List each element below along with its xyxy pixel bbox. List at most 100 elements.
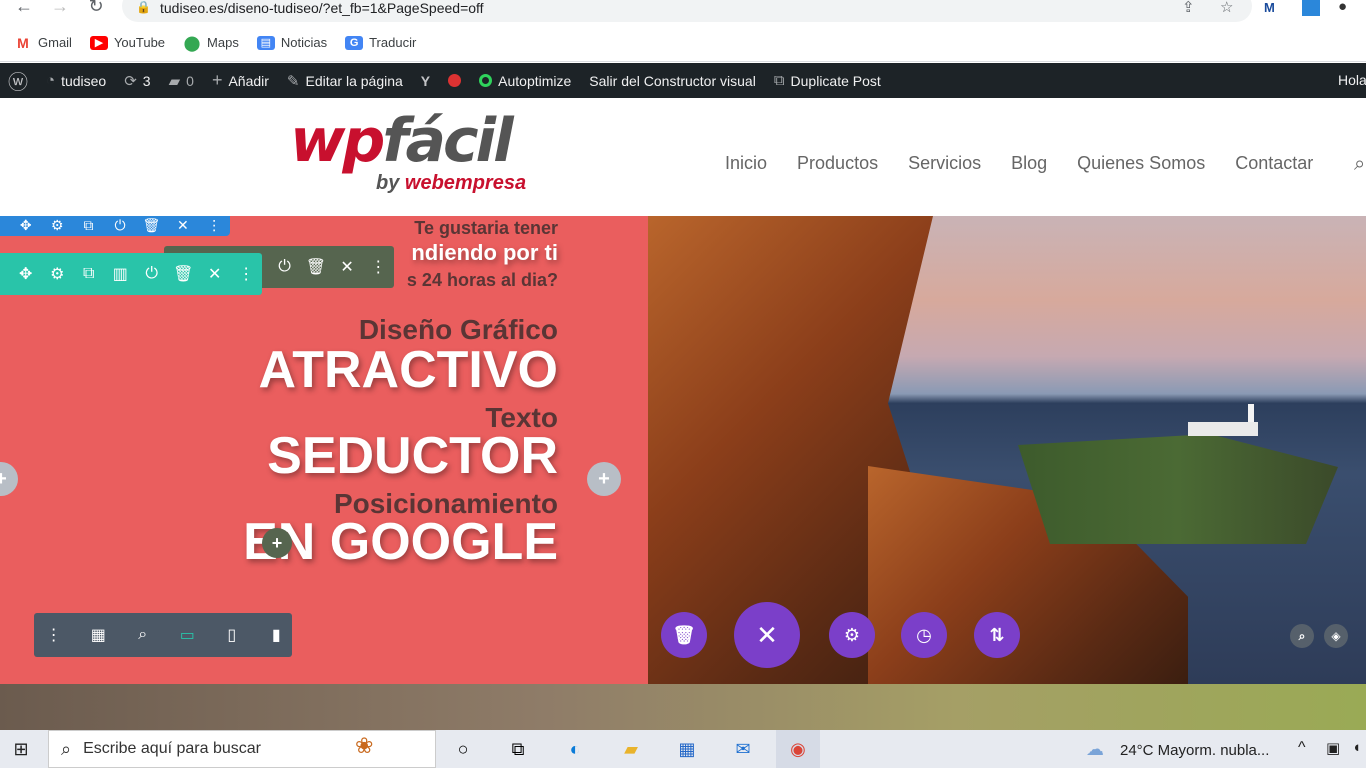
menu-item-blog[interactable]: Blog bbox=[1011, 153, 1047, 174]
sort-button[interactable]: ⇅ bbox=[974, 612, 1020, 658]
logo-byline: by webempresa bbox=[376, 172, 526, 195]
bookmark-translate[interactable]: G Traducir bbox=[345, 35, 416, 50]
address-bar[interactable]: 🔒 tudiseo.es/diseno-tudiseo/?et_fb=1&Pag… bbox=[122, 0, 1252, 22]
autumn-leaves-icon: ❀ bbox=[355, 733, 374, 758]
bookmark-label: Traducir bbox=[369, 35, 417, 50]
move-icon[interactable]: ✥ bbox=[10, 217, 41, 234]
row-save-icon[interactable]: ⏻ bbox=[136, 265, 168, 283]
reload-icon[interactable]: ↻ bbox=[82, 0, 110, 17]
module-delete-icon[interactable]: 🗑 bbox=[300, 257, 331, 277]
module-more-icon[interactable]: ⋮ bbox=[363, 257, 394, 277]
chrome-icon[interactable]: ◉ bbox=[776, 730, 820, 768]
add-module-button[interactable]: + bbox=[262, 528, 292, 558]
history-button[interactable]: ◷ bbox=[901, 612, 947, 658]
file-explorer-icon[interactable]: ▰ bbox=[616, 736, 646, 762]
tablet-view-icon[interactable]: ▯ bbox=[216, 625, 248, 645]
row-duplicate-icon[interactable]: ⧉ bbox=[73, 265, 105, 283]
share-icon[interactable]: ⇪ bbox=[1182, 0, 1195, 16]
close-icon[interactable]: ✕ bbox=[167, 217, 198, 234]
row-delete-icon[interactable]: 🗑 bbox=[168, 264, 200, 284]
bookmarks-bar: M Gmail ▶ YouTube ⬤ Maps ▤ Noticias G Tr… bbox=[0, 24, 1366, 62]
admin-greeting[interactable]: Hola bbox=[1338, 72, 1366, 88]
exit-visual-builder-link[interactable]: Salir del Constructor visual bbox=[589, 73, 756, 89]
clear-layout-button[interactable]: 🗑 bbox=[661, 612, 707, 658]
task-view-icon[interactable]: ⧉ bbox=[503, 736, 533, 762]
search-icon: ⌕ bbox=[61, 738, 72, 759]
taskbar-search[interactable]: ⌕ Escribe aquí para buscar ❀ bbox=[48, 730, 436, 768]
wireframe-icon[interactable]: ▦ bbox=[83, 625, 115, 645]
menu-item-servicios[interactable]: Servicios bbox=[908, 153, 981, 174]
admin-site-link[interactable]: ◔ tudiseo bbox=[46, 72, 106, 89]
row-settings-icon[interactable]: ⚙ bbox=[42, 264, 74, 284]
bookmark-news[interactable]: ▤ Noticias bbox=[256, 35, 328, 50]
menu-item-productos[interactable]: Productos bbox=[797, 153, 878, 174]
logo-facil: fácil bbox=[382, 106, 513, 176]
desktop-view-icon[interactable]: ▭ bbox=[172, 625, 204, 645]
duplicate-label: Duplicate Post bbox=[790, 72, 881, 89]
row-columns-icon[interactable]: ▥ bbox=[105, 264, 137, 284]
mail-icon[interactable]: ✉ bbox=[728, 736, 758, 762]
extension-m-icon[interactable]: M bbox=[1264, 0, 1275, 15]
delete-icon[interactable]: 🗑 bbox=[136, 217, 167, 234]
phone-view-icon[interactable]: ▮ bbox=[261, 625, 293, 645]
bookmark-label: Maps bbox=[207, 35, 239, 50]
zoom-small-icon[interactable]: ⌕ bbox=[1290, 624, 1314, 648]
edge-icon[interactable]: ◐ bbox=[560, 736, 590, 762]
close-builder-button[interactable]: ✕ bbox=[734, 602, 800, 668]
autoptimize-status-icon bbox=[479, 74, 493, 87]
row-move-icon[interactable]: ✥ bbox=[10, 264, 42, 284]
star-icon[interactable]: ☆ bbox=[1220, 0, 1233, 16]
weather-text[interactable]: 24°C Mayorm. nubla... bbox=[1120, 742, 1269, 759]
more-icon[interactable]: ⋮ bbox=[199, 217, 230, 234]
cortana-icon[interactable]: ○ bbox=[448, 736, 478, 762]
lock-icon: 🔒 bbox=[136, 0, 151, 14]
bookmark-youtube[interactable]: ▶ YouTube bbox=[89, 35, 165, 50]
add-row-right-button[interactable]: + bbox=[587, 462, 621, 496]
settings-icon[interactable]: ⚙ bbox=[41, 217, 72, 234]
zoom-icon[interactable]: ⌕ bbox=[127, 626, 159, 644]
module-save-icon[interactable]: ⏻ bbox=[269, 258, 300, 276]
duplicate-icon: ⧉ bbox=[773, 72, 785, 89]
menu-item-inicio[interactable]: Inicio bbox=[725, 153, 767, 174]
windows-start-icon[interactable]: ⊞ bbox=[6, 736, 36, 762]
layers-icon[interactable]: ◈ bbox=[1324, 624, 1348, 648]
forward-icon[interactable]: → bbox=[46, 0, 74, 17]
wordpress-logo-icon[interactable]: ⓦ bbox=[8, 66, 28, 95]
volume-icon[interactable]: ◖ bbox=[1352, 739, 1361, 756]
logo-by: by bbox=[376, 172, 400, 194]
network-icon[interactable]: ▣ bbox=[1326, 739, 1340, 757]
bookmark-label: Noticias bbox=[280, 35, 328, 50]
wp-admin-bar: ⓦ ◔ tudiseo ⟳ 3 ▰ 0 + Añadir ✎ Editar la… bbox=[0, 63, 1366, 98]
admin-comments[interactable]: ▰ 0 bbox=[169, 72, 194, 90]
bookmark-maps[interactable]: ⬤ Maps bbox=[183, 35, 239, 52]
profile-icon[interactable]: ● bbox=[1338, 0, 1347, 15]
page-menu-icon[interactable]: ⋮ bbox=[38, 625, 70, 645]
search-icon[interactable]: ⌕ bbox=[1354, 153, 1365, 176]
row-close-icon[interactable]: ✕ bbox=[199, 264, 231, 284]
browser-url-bar: ← → ↻ 🔒 tudiseo.es/diseno-tudiseo/?et_fb… bbox=[0, 0, 1366, 24]
save-icon[interactable]: ⏻ bbox=[104, 217, 135, 234]
yoast-icon[interactable]: Y bbox=[421, 73, 430, 89]
bookmark-label: Gmail bbox=[38, 35, 72, 50]
back-icon[interactable]: ← bbox=[10, 0, 38, 17]
admin-updates[interactable]: ⟳ 3 bbox=[124, 72, 150, 90]
row-more-icon[interactable]: ⋮ bbox=[231, 264, 263, 284]
admin-duplicate-post[interactable]: ⧉ Duplicate Post bbox=[774, 72, 881, 89]
admin-autoptimize[interactable]: Autoptimize bbox=[479, 73, 571, 89]
page-settings-button[interactable]: ⚙ bbox=[829, 612, 875, 658]
admin-add-new[interactable]: + Añadir bbox=[212, 70, 269, 91]
module-close-icon[interactable]: ✕ bbox=[332, 257, 363, 277]
menu-item-contactar[interactable]: Contactar bbox=[1235, 153, 1313, 174]
menu-item-quienes-somos[interactable]: Quienes Somos bbox=[1077, 153, 1205, 174]
duplicate-icon[interactable]: ⧉ bbox=[73, 217, 104, 234]
seo-status-dot-icon[interactable] bbox=[448, 74, 462, 87]
admin-edit-page[interactable]: ✎ Editar la página bbox=[287, 72, 403, 90]
site-logo[interactable]: wpfácil by webempresa bbox=[290, 106, 526, 194]
bookmark-gmail[interactable]: M Gmail bbox=[14, 35, 72, 51]
store-icon[interactable]: ▦ bbox=[672, 736, 702, 762]
extension-window-icon[interactable] bbox=[1302, 0, 1320, 16]
add-row-left-button[interactable]: + bbox=[0, 462, 18, 496]
hero-big-1: ATRACTIVO bbox=[258, 341, 558, 399]
windows-taskbar: ⊞ ⌕ Escribe aquí para buscar ❀ ○ ⧉ ◐ ▰ ▦… bbox=[0, 730, 1366, 768]
chevron-up-icon[interactable]: ^ bbox=[1298, 739, 1306, 757]
